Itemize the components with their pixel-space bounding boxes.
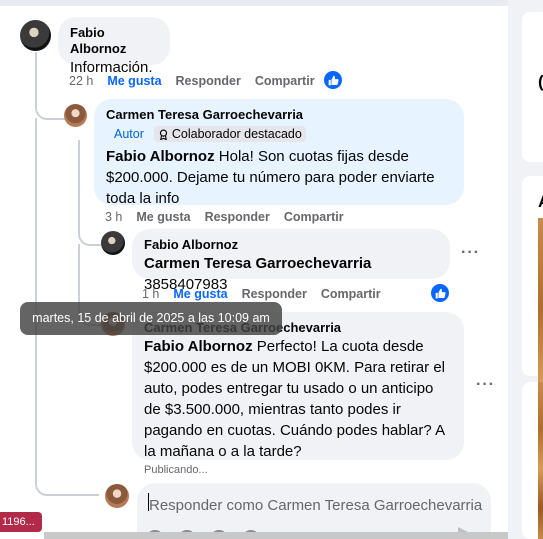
comment-author[interactable]: Fabio Albornoz bbox=[144, 237, 438, 253]
comment-bubble: Fabio Albornoz Carmen Teresa Garroecheva… bbox=[132, 229, 450, 293]
comment-bubble: Carmen Teresa Garroechevarria Autor Cola… bbox=[94, 99, 464, 207]
like-button[interactable]: Me gusta bbox=[107, 74, 161, 88]
publishing-status: Publicando... bbox=[144, 464, 208, 476]
comment-actions: 3 h Me gusta Responder Compartir bbox=[105, 210, 344, 224]
reply-button[interactable]: Responder bbox=[205, 210, 270, 224]
comment-actions: 1 h Me gusta Responder Compartir bbox=[142, 287, 381, 301]
side-card bbox=[522, 382, 543, 539]
share-button[interactable]: Compartir bbox=[284, 210, 344, 224]
author-badge: Autor bbox=[114, 127, 144, 141]
comment-timestamp[interactable]: 3 h bbox=[105, 210, 122, 224]
mention-link[interactable]: Fabio Albornoz bbox=[106, 148, 215, 165]
side-card-glyph: ( bbox=[538, 72, 543, 92]
more-options-icon[interactable]: ··· bbox=[461, 244, 480, 262]
share-button[interactable]: Compartir bbox=[255, 74, 315, 88]
side-card-image[interactable] bbox=[538, 382, 543, 539]
mention-link[interactable]: Carmen Teresa Garroechevarria bbox=[144, 255, 371, 272]
share-button[interactable]: Compartir bbox=[321, 287, 381, 301]
comment-timestamp[interactable]: 1 h bbox=[142, 287, 159, 301]
comment-bubble: Fabio Albornoz Información. bbox=[58, 17, 170, 76]
comments-panel: Fabio Albornoz Información. 22 h Me gust… bbox=[0, 0, 508, 539]
panel-top-border bbox=[0, 0, 508, 6]
avatar[interactable] bbox=[20, 20, 51, 51]
comment-author[interactable]: Fabio Albornoz bbox=[70, 25, 158, 57]
side-card: A bbox=[522, 176, 543, 518]
avatar[interactable] bbox=[64, 104, 87, 127]
comment-author[interactable]: Carmen Teresa Garroechevarria bbox=[106, 107, 452, 123]
comment-actions: 22 h Me gusta Responder Compartir bbox=[69, 74, 315, 88]
like-button[interactable]: Me gusta bbox=[136, 210, 190, 224]
reply-button[interactable]: Responder bbox=[176, 74, 241, 88]
avatar bbox=[105, 484, 129, 508]
author-badges: Autor Colaborador destacado bbox=[106, 126, 452, 142]
collaborator-badge-label: Colaborador destacado bbox=[171, 127, 302, 141]
comment-text: Fabio Albornoz Hola! Son cuotas fijas de… bbox=[106, 146, 452, 209]
mention-link[interactable]: Fabio Albornoz bbox=[144, 338, 253, 355]
timestamp-tooltip: martes, 15 de abril de 2025 a las 10:09 … bbox=[20, 302, 282, 335]
horizontal-scrollbar[interactable] bbox=[44, 532, 508, 539]
thumbs-up-icon[interactable] bbox=[324, 71, 342, 89]
more-options-icon[interactable]: ··· bbox=[476, 376, 495, 394]
comment-text: Fabio Albornoz Perfecto! La cuota desde … bbox=[144, 336, 452, 462]
thread-line bbox=[35, 52, 67, 120]
url-status-tag: 1196... bbox=[0, 512, 42, 532]
text-caret bbox=[148, 493, 149, 511]
side-card: ( bbox=[522, 12, 543, 162]
reply-button[interactable]: Responder bbox=[242, 287, 307, 301]
reply-input[interactable] bbox=[147, 493, 487, 517]
badge-icon bbox=[159, 129, 168, 140]
collaborator-badge: Colaborador destacado bbox=[153, 126, 306, 142]
avatar[interactable] bbox=[101, 231, 125, 255]
thumbs-up-icon[interactable] bbox=[431, 284, 449, 302]
comment-timestamp[interactable]: 22 h bbox=[69, 74, 93, 88]
side-card-glyph: A bbox=[538, 192, 543, 212]
like-button[interactable]: Me gusta bbox=[173, 287, 227, 301]
comment-body: Perfecto! La cuota desde $200.000 es de … bbox=[144, 338, 445, 460]
